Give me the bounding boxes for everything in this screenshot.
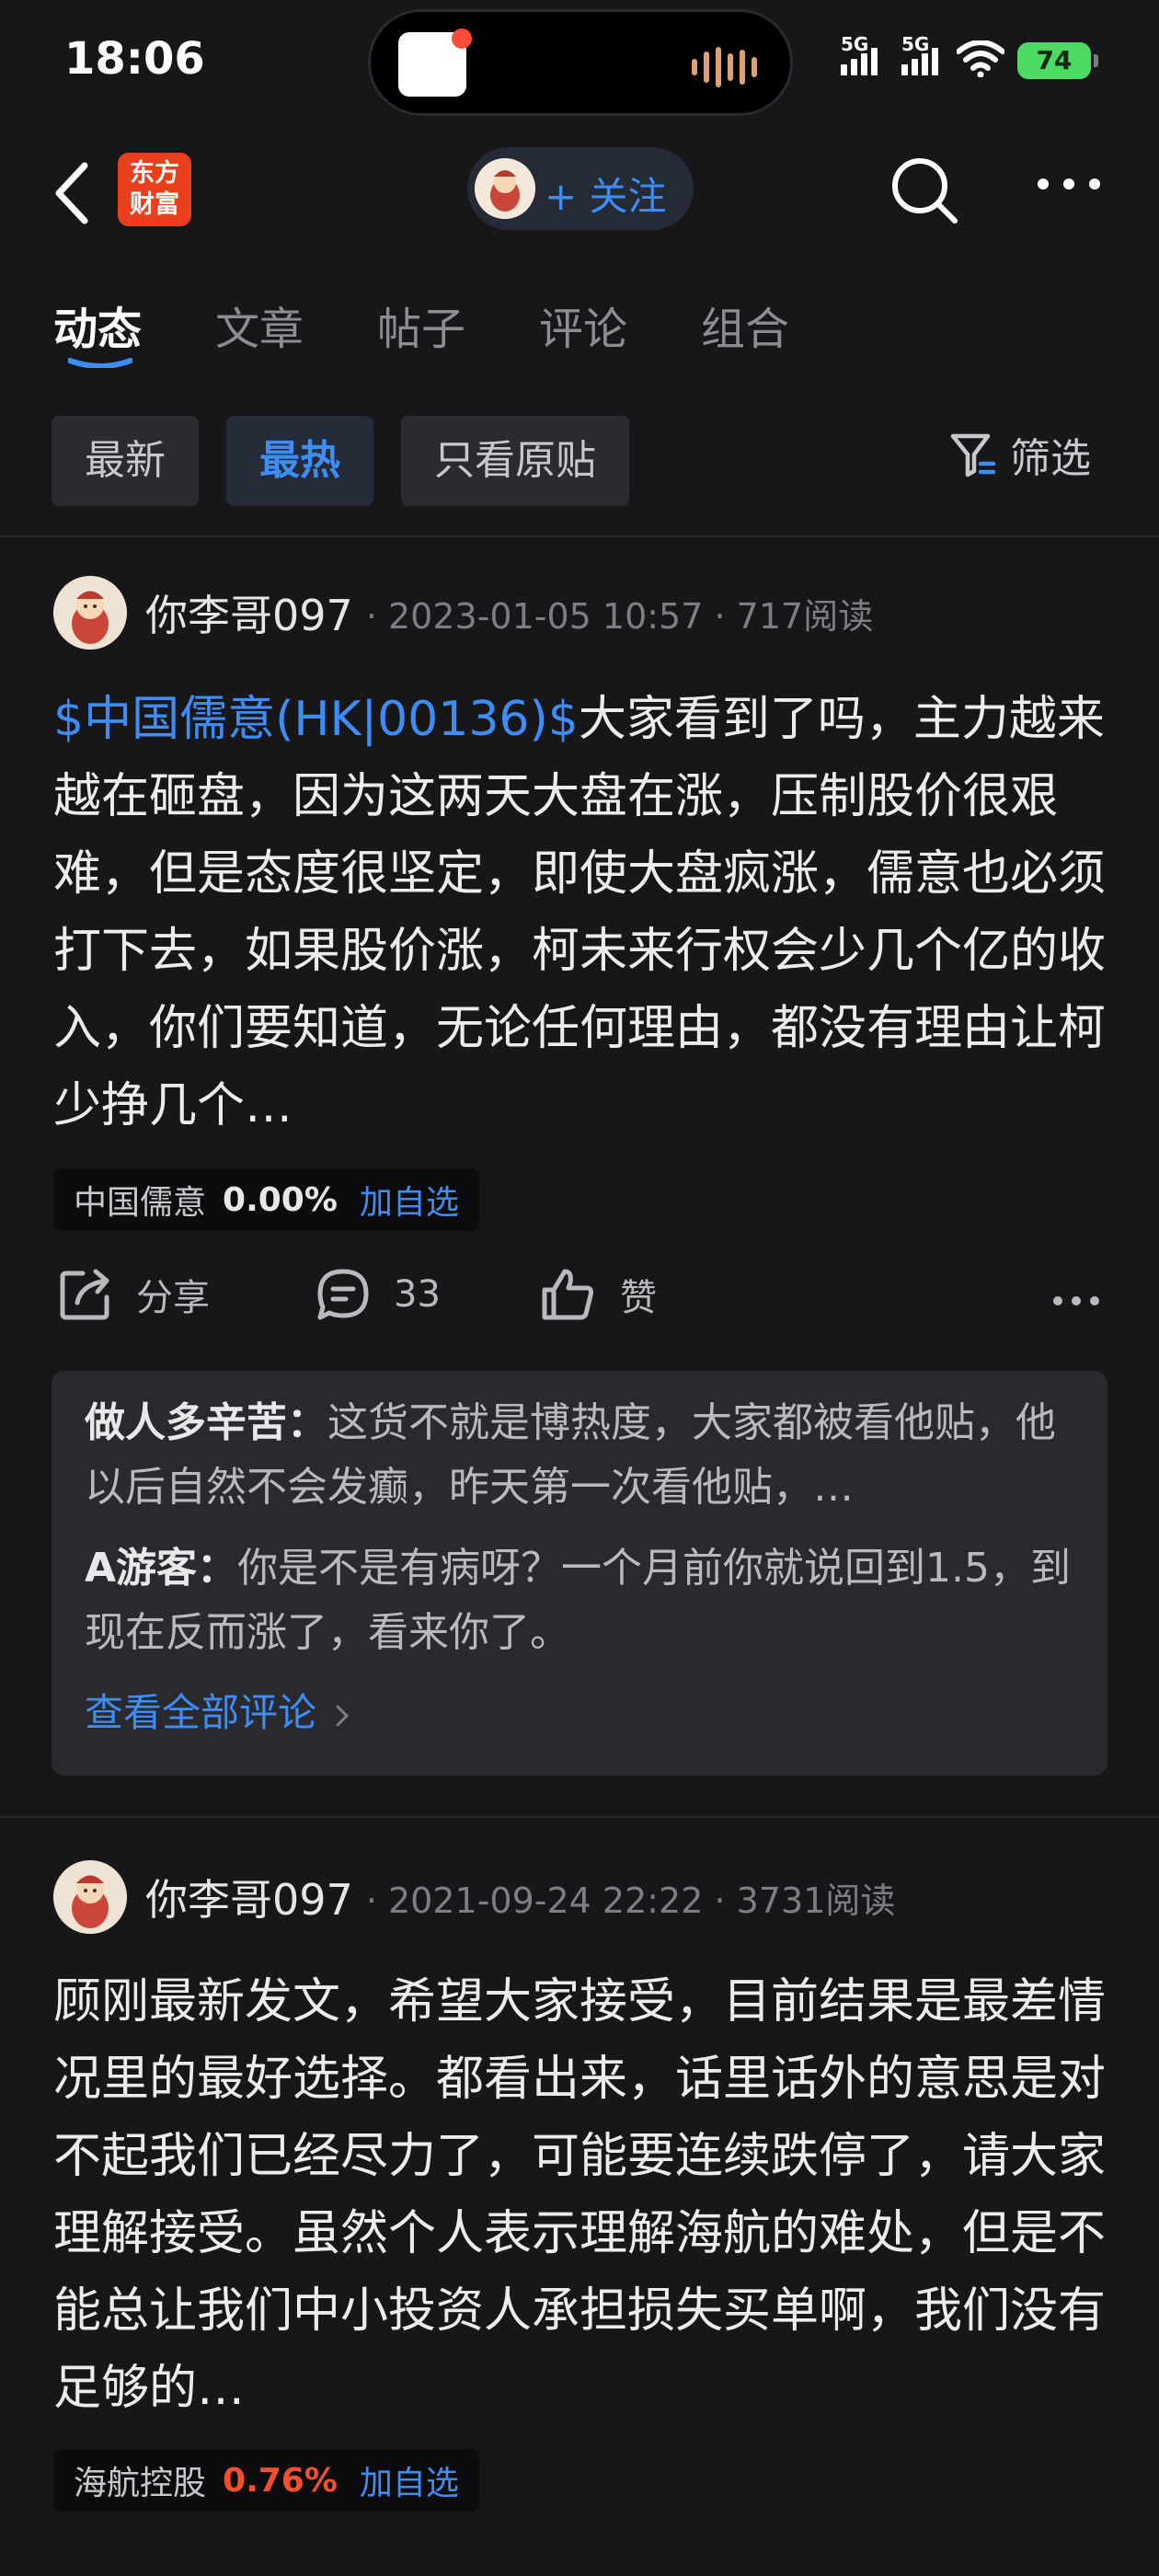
- stock-tag[interactable]: 海航控股 0.76% 加自选: [53, 2449, 479, 2512]
- comment-item[interactable]: A游客：你是不是有病呀？一个月前你就说回到1.5，到现在反而涨了，看来你了。: [85, 1536, 1074, 1665]
- comment-count: 33: [394, 1273, 441, 1316]
- tab-portfolios[interactable]: 组合: [701, 293, 863, 357]
- thumbs-up-icon: [542, 1269, 593, 1320]
- tab-comments[interactable]: 评论: [539, 293, 701, 357]
- filter-chips: 最新 最热 只看原贴: [52, 416, 629, 506]
- filter-label: 筛选: [1010, 435, 1091, 482]
- stock-name: 海航控股: [74, 2465, 207, 2502]
- tab-bar: 动态 文章 帖子 评论 组合: [53, 293, 863, 368]
- filter-icon: [950, 433, 996, 477]
- filter-button[interactable]: 筛选: [947, 425, 1091, 484]
- author-name[interactable]: 你李哥097: [145, 582, 353, 643]
- nav-bar: 东方 财富 + 关注: [0, 138, 1159, 248]
- author-name[interactable]: 你李哥097: [145, 1867, 353, 1927]
- follow-button[interactable]: + 关注: [467, 147, 694, 230]
- post-time: · 2023-01-05 10:57 · 717阅读: [365, 595, 874, 637]
- more-menu-icon[interactable]: [1036, 175, 1102, 193]
- tab-dynamic[interactable]: 动态: [53, 293, 215, 368]
- post-header: 你李哥097 · 2023-01-05 10:57 · 717阅读: [53, 576, 873, 650]
- chevron-right-icon: [336, 1705, 350, 1726]
- divider: [0, 535, 1159, 537]
- post-header: 你李哥097 · 2021-09-24 22:22 · 3731阅读: [53, 1860, 895, 1934]
- chip-latest[interactable]: 最新: [52, 416, 199, 506]
- comment-item[interactable]: 做人多辛苦：这货不就是博热度，大家都被看他贴，他以后自然不会发癫，昨天第一次看他…: [85, 1391, 1074, 1520]
- stock-change: 0.76%: [223, 2461, 338, 2500]
- battery-indicator: 74: [1017, 42, 1098, 79]
- stock-tag[interactable]: 中国儒意 0.00% 加自选: [53, 1168, 479, 1231]
- status-time: 18:06: [64, 33, 205, 85]
- island-app-icon: [398, 29, 472, 97]
- comment-user: A游客：: [85, 1545, 238, 1592]
- comment-icon: [317, 1269, 369, 1320]
- back-arrow-icon[interactable]: [46, 156, 101, 230]
- post-content[interactable]: $中国儒意(HK|00136)$大家看到了吗，主力越来越在砸盘，因为这两天大盘在…: [53, 681, 1111, 1144]
- comment-preview[interactable]: 做人多辛苦：这货不就是博热度，大家都被看他贴，他以后自然不会发癫，昨天第一次看他…: [52, 1371, 1107, 1776]
- view-all-comments-link[interactable]: 查看全部评论: [85, 1682, 1074, 1738]
- wifi-icon: [957, 40, 1004, 77]
- tab-articles[interactable]: 文章: [215, 293, 377, 357]
- author-avatar[interactable]: [53, 1860, 127, 1934]
- dynamic-island: [368, 9, 793, 116]
- stock-link[interactable]: $中国儒意(HK|00136)$: [53, 692, 579, 747]
- post-time: · 2021-09-24 22:22 · 3731阅读: [365, 1880, 896, 1921]
- post-more-icon[interactable]: [1052, 1294, 1100, 1308]
- cellular-signal-icon: 5G: [841, 33, 878, 75]
- user-avatar: [475, 158, 535, 219]
- comment-button[interactable]: 33: [315, 1266, 441, 1323]
- chip-hottest[interactable]: 最热: [226, 416, 373, 506]
- divider: [0, 1816, 1159, 1818]
- post-text: 顾刚最新发文，希望大家接受，目前结果是最差情况里的最好选择。都看出来，话里话外的…: [53, 1974, 1107, 2416]
- stock-change: 0.00%: [223, 1180, 338, 1219]
- author-avatar[interactable]: [53, 576, 127, 650]
- tab-posts[interactable]: 帖子: [377, 293, 539, 357]
- search-icon[interactable]: [889, 155, 960, 226]
- add-watchlist-button[interactable]: 加自选: [360, 1176, 459, 1224]
- post-actions: 分享 33 赞: [57, 1266, 1106, 1340]
- audio-wave-icon: [692, 47, 757, 87]
- comment-user: 做人多辛苦：: [85, 1399, 327, 1446]
- like-button[interactable]: 赞: [537, 1266, 657, 1323]
- post-text: 大家看到了吗，主力越来越在砸盘，因为这两天大盘在涨，压制股价很艰难，但是态度很坚…: [53, 692, 1107, 1133]
- post-content[interactable]: 顾刚最新发文，希望大家接受，目前结果是最差情况里的最好选择。都看出来，话里话外的…: [53, 1963, 1111, 2427]
- share-button[interactable]: 分享: [57, 1266, 210, 1323]
- add-watchlist-button[interactable]: 加自选: [360, 2456, 459, 2504]
- status-bar: 18:06 5G 5G 74: [0, 0, 1159, 129]
- follow-label: + 关注: [545, 174, 667, 219]
- stock-name: 中国儒意: [74, 1184, 207, 1222]
- cellular-signal-icon-2: 5G: [901, 33, 938, 75]
- app-logo[interactable]: 东方 财富: [118, 153, 191, 226]
- share-icon: [60, 1269, 109, 1320]
- chip-original-only[interactable]: 只看原贴: [401, 416, 629, 506]
- tab-active-indicator: [68, 358, 132, 368]
